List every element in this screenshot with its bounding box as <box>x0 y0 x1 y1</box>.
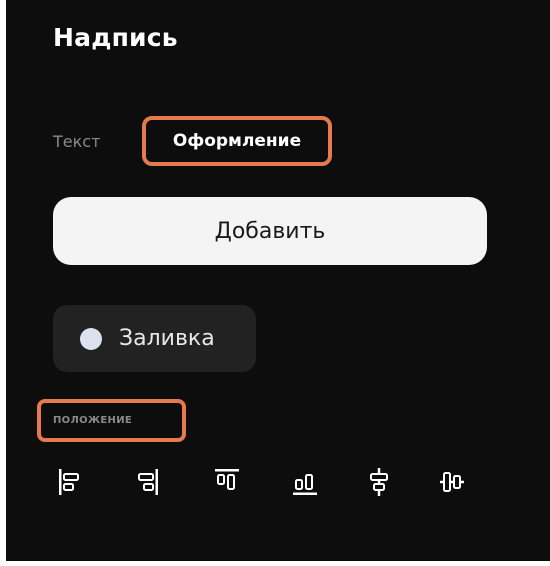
add-button-label: Добавить <box>214 218 326 244</box>
align-right-button[interactable] <box>134 467 160 497</box>
caption-settings-panel: Надпись Текст Оформление Добавить Заливк… <box>6 0 550 564</box>
align-top-icon <box>215 469 239 490</box>
tab-text[interactable]: Текст <box>53 132 100 151</box>
tab-design-label: Оформление <box>172 131 302 151</box>
align-bottom-button[interactable] <box>292 467 318 497</box>
position-section-label: ПОЛОЖЕНИЕ <box>37 399 186 442</box>
align-left-icon <box>59 469 79 495</box>
fill-label: Заливка <box>119 326 215 351</box>
panel-title: Надпись <box>53 23 178 52</box>
align-left-button[interactable] <box>57 467 83 497</box>
align-top-button[interactable] <box>214 467 240 497</box>
fill-color-dot <box>80 327 102 350</box>
align-right-icon <box>138 469 158 495</box>
align-bottom-icon <box>293 474 317 495</box>
tab-design[interactable]: Оформление <box>142 116 332 166</box>
position-section-title: ПОЛОЖЕНИЕ <box>53 415 133 426</box>
align-center-horizontal-button[interactable] <box>366 467 392 497</box>
align-center-vertical-button[interactable] <box>439 467 465 497</box>
align-center-horizontal-icon <box>370 468 388 496</box>
add-button[interactable]: Добавить <box>53 197 487 265</box>
fill-toggle[interactable]: Заливка <box>53 305 256 372</box>
align-center-vertical-icon <box>440 472 464 492</box>
